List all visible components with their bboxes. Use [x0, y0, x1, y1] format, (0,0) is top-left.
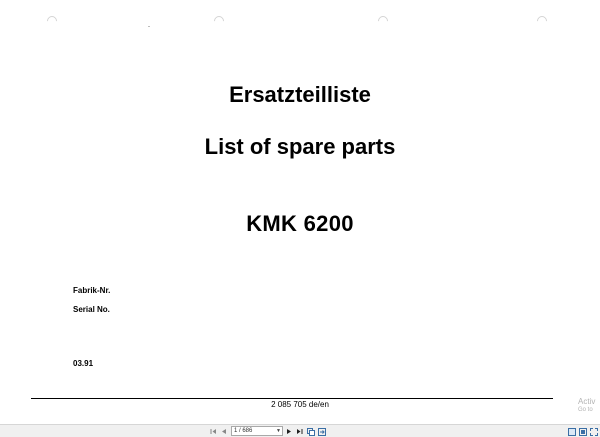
footer-rule	[31, 398, 553, 399]
chevron-down-icon[interactable]: ▼	[276, 427, 281, 435]
punch-hole-mark	[375, 13, 391, 29]
activation-watermark: Activ Go to	[578, 397, 595, 415]
punch-hole-mark	[44, 13, 60, 29]
last-page-icon[interactable]	[295, 426, 304, 437]
fullscreen-icon[interactable]	[589, 426, 598, 437]
activation-line1: Activ	[578, 397, 596, 406]
title-german: Ersatzteilliste	[229, 82, 371, 107]
next-page-icon[interactable]	[285, 426, 293, 437]
activation-line2: Go to	[578, 407, 593, 413]
fit-width-icon[interactable]	[578, 426, 587, 437]
serial-label: Serial No.	[73, 305, 110, 314]
scan-speck	[148, 26, 150, 27]
punch-hole-mark	[534, 13, 550, 29]
viewer-toolbar: 1 / 686 ▼	[0, 424, 600, 437]
document-number: 2 085 705 de/en	[271, 400, 329, 409]
title-english: List of spare parts	[204, 134, 396, 159]
previous-page-icon[interactable]	[220, 426, 228, 437]
document-date: 03.91	[73, 359, 94, 368]
fabrik-label: Fabrik-Nr.	[73, 286, 111, 295]
pdf-viewer: Ersatzteilliste List of spare parts KMK …	[0, 0, 600, 437]
first-page-icon[interactable]	[209, 426, 217, 437]
export-icon[interactable]	[317, 426, 326, 437]
punch-hole-mark	[211, 13, 227, 29]
model-number: KMK 6200	[246, 211, 354, 236]
fit-page-icon[interactable]	[567, 426, 576, 437]
page-number-field[interactable]: 1 / 686 ▼	[231, 426, 283, 436]
document-page: Ersatzteilliste List of spare parts KMK …	[0, 0, 600, 424]
copy-icon[interactable]	[306, 426, 315, 437]
page-number-value: 1 / 686	[234, 428, 253, 434]
